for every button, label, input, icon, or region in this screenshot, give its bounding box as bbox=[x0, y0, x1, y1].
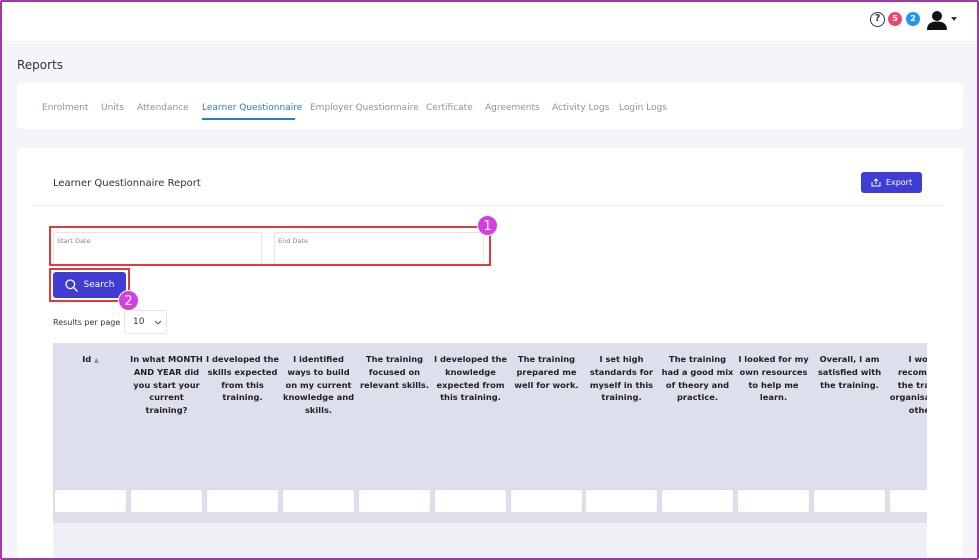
start-date-field[interactable]: Start Date bbox=[53, 232, 262, 266]
column-filter-input[interactable] bbox=[434, 489, 507, 513]
tab-activity-logs[interactable]: Activity Logs bbox=[552, 103, 609, 113]
column-filter-input[interactable] bbox=[889, 489, 927, 513]
column-header[interactable]: I identified ways to build on my current… bbox=[282, 353, 355, 417]
export-icon bbox=[871, 178, 881, 187]
column-filter-input[interactable] bbox=[130, 489, 203, 513]
report-card: Learner Questionnaire Report Export Star… bbox=[17, 148, 963, 560]
column-filter-input[interactable] bbox=[737, 489, 810, 513]
export-button[interactable]: Export bbox=[861, 172, 922, 193]
column-filter-input[interactable] bbox=[813, 489, 886, 513]
column-filter-input[interactable] bbox=[510, 489, 583, 513]
end-date-label: End Date bbox=[278, 237, 308, 245]
column-header[interactable]: Overall, I am satisfied with the trainin… bbox=[813, 353, 886, 391]
results-per-page-select[interactable]: 10 bbox=[124, 310, 167, 334]
active-tab-indicator bbox=[202, 118, 295, 120]
end-date-field[interactable]: End Date bbox=[274, 232, 484, 266]
column-header[interactable]: In what MONTH AND YEAR did you start you… bbox=[130, 353, 203, 417]
column-header[interactable]: I developed the knowledge expected from … bbox=[434, 353, 507, 404]
page-title: Reports bbox=[17, 58, 64, 72]
callout-1: 1 bbox=[477, 215, 498, 236]
callout-2: 2 bbox=[118, 290, 139, 311]
search-label: Search bbox=[83, 280, 115, 290]
tab-enrolment[interactable]: Enrolment bbox=[42, 103, 88, 113]
column-filter-input[interactable] bbox=[206, 489, 279, 513]
column-header-id[interactable]: Id ▲ bbox=[54, 353, 127, 368]
user-avatar-icon[interactable] bbox=[926, 9, 948, 31]
user-menu-caret-icon[interactable] bbox=[951, 17, 957, 21]
search-icon bbox=[64, 278, 78, 292]
column-header[interactable]: I looked for my own resources to help me… bbox=[737, 353, 810, 404]
end-date-input[interactable] bbox=[277, 247, 481, 263]
tab-employer-questionnaire[interactable]: Employer Questionnaire bbox=[310, 103, 419, 113]
column-filter-input[interactable] bbox=[661, 489, 734, 513]
tab-attendance[interactable]: Attendance bbox=[137, 103, 189, 113]
report-title: Learner Questionnaire Report bbox=[53, 178, 201, 189]
notification-badge-red[interactable]: 5 bbox=[888, 12, 902, 26]
column-header[interactable]: I developed the skills expected from thi… bbox=[206, 353, 279, 404]
results-per-page-value: 10 bbox=[133, 317, 145, 327]
column-header[interactable]: I would recommend the training organisat… bbox=[889, 353, 927, 417]
export-label: Export bbox=[885, 178, 913, 187]
column-header[interactable]: I set high standards for myself in this … bbox=[585, 353, 658, 404]
column-filter-input[interactable] bbox=[54, 489, 127, 513]
column-header[interactable]: The training prepared me well for work. bbox=[510, 353, 583, 391]
notification-badge-blue[interactable]: 2 bbox=[906, 12, 920, 26]
column-header[interactable]: The training focused on relevant skills. bbox=[358, 353, 431, 391]
tab-certificate[interactable]: Certificate bbox=[426, 103, 473, 113]
search-button[interactable]: Search bbox=[53, 272, 126, 298]
results-per-page-label: Results per page bbox=[53, 318, 121, 327]
tab-agreements[interactable]: Agreements bbox=[485, 103, 540, 113]
tab-learner-questionnaire[interactable]: Learner Questionnaire bbox=[202, 103, 302, 113]
tab-login-logs[interactable]: Login Logs bbox=[619, 103, 667, 113]
tab-units[interactable]: Units bbox=[101, 103, 124, 113]
column-filter-input[interactable] bbox=[358, 489, 431, 513]
table-body bbox=[53, 523, 927, 560]
start-date-label: Start Date bbox=[57, 237, 91, 245]
start-date-input[interactable] bbox=[56, 247, 259, 263]
top-bar bbox=[2, 2, 977, 42]
sort-icon[interactable]: ▲ bbox=[94, 357, 99, 364]
card-divider bbox=[33, 205, 943, 206]
column-filter-input[interactable] bbox=[585, 489, 658, 513]
column-header[interactable]: The training had a good mix of theory an… bbox=[661, 353, 734, 404]
questionnaire-table: Id ▲ In what MONTH AND YEAR did you star… bbox=[53, 343, 927, 560]
report-tabs: Enrolment Units Attendance Learner Quest… bbox=[17, 83, 963, 129]
chevron-down-icon bbox=[155, 320, 162, 325]
column-filter-input[interactable] bbox=[282, 489, 355, 513]
help-icon[interactable]: ? bbox=[870, 12, 885, 27]
